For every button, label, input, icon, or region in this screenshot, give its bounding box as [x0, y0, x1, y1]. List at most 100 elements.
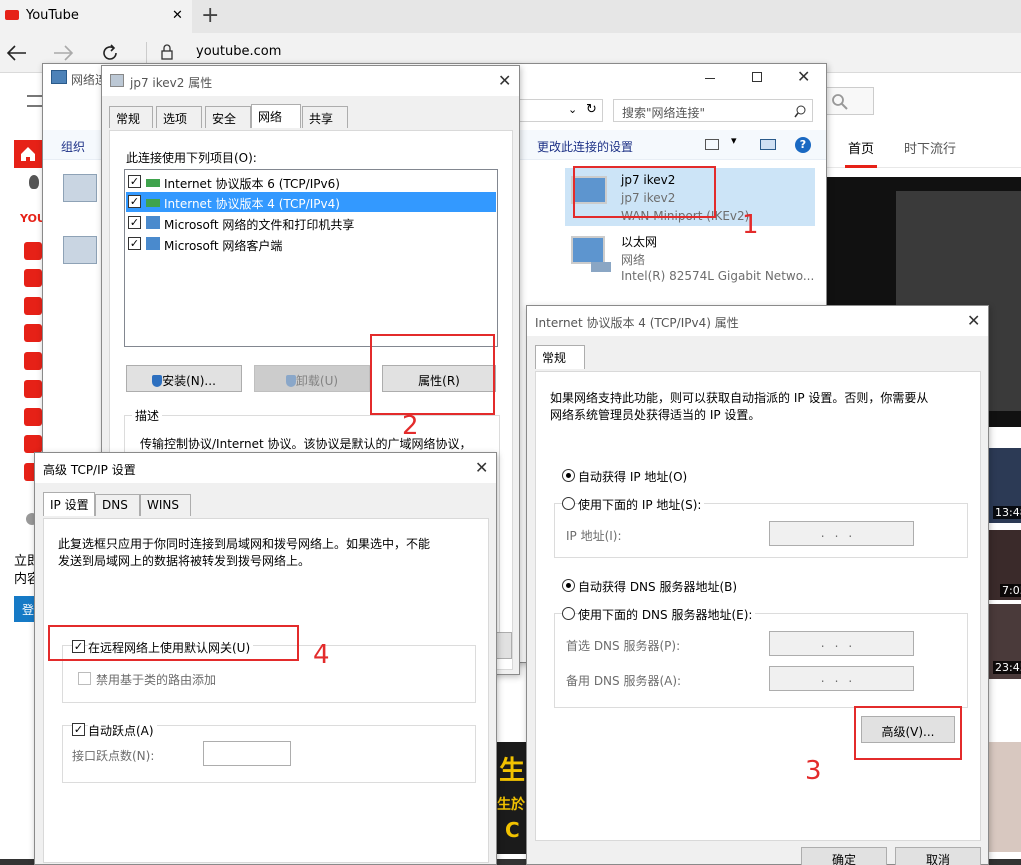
close-button[interactable]: ✕ [797, 67, 810, 86]
refresh-icon[interactable]: ↻ [586, 102, 597, 117]
banner-thumbnail[interactable]: 生 生於 C [497, 742, 527, 854]
protocol-icon [146, 179, 160, 187]
description-label: 描述 [132, 407, 163, 424]
tab-dns[interactable]: DNS [95, 494, 140, 516]
item-label: Microsoft 网络的文件和打印机共享 [164, 218, 355, 232]
item-label: Internet 协议版本 6 (TCP/IPv6) [164, 177, 340, 191]
connection-name: 以太网 [621, 235, 658, 249]
close-button[interactable]: ✕ [967, 311, 980, 330]
live-icon[interactable] [24, 408, 42, 426]
video-thumbnail-4[interactable] [988, 742, 1021, 852]
video-thumbnail-3[interactable]: 23:45 [988, 604, 1021, 679]
ok-button[interactable]: 确定 [801, 847, 887, 865]
manual-dns-radio[interactable] [562, 607, 575, 620]
tab-options[interactable]: 选项 [156, 106, 202, 128]
nav-home-tab[interactable]: 首页 [848, 138, 874, 157]
close-tab-icon[interactable]: ✕ [172, 8, 183, 23]
checkbox[interactable]: ✓ [128, 175, 141, 188]
search-icon [794, 105, 806, 118]
view-options-icon[interactable] [705, 139, 719, 150]
preferred-dns-field[interactable]: ... [769, 631, 914, 656]
tab-strip: 常规 选项 安全 网络 共享 [109, 104, 513, 130]
trophy-icon[interactable] [24, 269, 42, 287]
list-item-selected[interactable]: ✓ Internet 协议版本 4 (TCP/IPv4) [126, 192, 496, 212]
flame-icon[interactable] [29, 175, 39, 189]
network-adapter-icon[interactable] [63, 174, 97, 202]
auto-ip-radio[interactable] [562, 469, 575, 482]
item-label: Microsoft 网络客户端 [164, 239, 283, 253]
tv-icon[interactable] [24, 352, 42, 370]
vpn-icon [110, 74, 124, 87]
maximize-button[interactable] [752, 72, 762, 82]
tab-strip: IP 设置 DNS WINS [43, 492, 483, 518]
description-line-2: 发送到局域网上的数据将被转发到拨号网络上。 [58, 554, 311, 568]
close-button[interactable]: ✕ [498, 71, 511, 90]
preview-pane-icon[interactable] [760, 139, 776, 150]
list-item[interactable]: ✓ Microsoft 网络客户端 [126, 234, 496, 254]
tab-general[interactable]: 常规 [535, 345, 585, 369]
install-label: 安装(N)... [162, 374, 216, 388]
news-icon[interactable] [24, 380, 42, 398]
minimize-button[interactable] [705, 78, 715, 79]
shield-icon [152, 375, 163, 387]
auto-ip-label: 自动获得 IP 地址(O) [578, 470, 688, 484]
auto-metric-checkbox[interactable]: ✓ [72, 723, 85, 736]
sidebar-home-item[interactable] [14, 140, 42, 168]
tab-networking[interactable]: 网络 [251, 104, 301, 128]
network-search-box[interactable]: 搜索"网络连接" [613, 99, 813, 122]
checkbox[interactable]: ✓ [128, 216, 141, 229]
video-thumbnail-2[interactable]: 7:05 [988, 530, 1021, 600]
monitor-icon [571, 236, 605, 264]
help-icon[interactable]: ? [795, 137, 811, 153]
chevron-down-icon[interactable]: ⌄ [568, 103, 577, 116]
network-adapter-icon[interactable] [63, 236, 97, 264]
refresh-icon[interactable] [100, 43, 120, 63]
ip-address-field[interactable]: ... [769, 521, 914, 546]
alternate-dns-label: 备用 DNS 服务器(A): [566, 674, 682, 688]
cancel-button[interactable]: 取消 [895, 847, 981, 865]
url-text[interactable]: youtube.com [196, 44, 281, 59]
back-arrow-icon[interactable] [6, 44, 28, 62]
list-item[interactable]: ✓ Internet 协议版本 6 (TCP/IPv6) [126, 172, 496, 192]
new-tab-icon[interactable]: + [201, 3, 219, 28]
install-button[interactable]: 安装(N)... [126, 365, 242, 392]
intro-line-2: 网络系统管理员处获得适当的 IP 设置。 [550, 408, 761, 422]
video-thumbnail-1[interactable]: 13:48 [988, 448, 1021, 523]
film-icon[interactable] [24, 324, 42, 342]
hamburger-icon[interactable] [27, 95, 43, 107]
organize-menu[interactable]: 组织 [61, 138, 85, 155]
uninstall-button[interactable]: 卸载(U) [254, 365, 370, 392]
gamepad-icon[interactable] [24, 297, 42, 315]
disable-routing-label: 禁用基于类的路由添加 [96, 673, 217, 687]
manual-ip-radio[interactable] [562, 497, 575, 510]
list-item[interactable]: ✓ Microsoft 网络的文件和打印机共享 [126, 213, 496, 233]
nav-trending-tab[interactable]: 时下流行 [904, 138, 956, 157]
browser-tab[interactable]: YouTube ✕ [0, 0, 192, 33]
ip-address-label: IP 地址(I): [566, 529, 622, 543]
tab-general[interactable]: 常规 [109, 106, 153, 128]
play-icon[interactable] [24, 435, 42, 453]
connection-status: 网络 [621, 253, 646, 267]
tab-sharing[interactable]: 共享 [302, 106, 348, 128]
disable-routing-checkbox[interactable] [78, 672, 91, 685]
connection-item-ethernet[interactable]: 以太网 网络 Intel(R) 82574L Gigabit Netwo... [565, 230, 815, 288]
headphones-icon[interactable] [24, 242, 42, 260]
banner-char: C [505, 818, 520, 842]
checkbox[interactable]: ✓ [128, 237, 141, 250]
close-button[interactable]: ✕ [475, 458, 488, 477]
forward-arrow-icon[interactable] [52, 44, 74, 62]
tab-wins[interactable]: WINS [140, 494, 191, 516]
shield-icon [285, 375, 296, 387]
change-settings-link[interactable]: 更改此连接的设置 [537, 138, 633, 155]
alternate-dns-field[interactable]: ... [769, 666, 914, 691]
checkbox[interactable]: ✓ [128, 195, 141, 208]
chevron-down-icon[interactable]: ▾ [731, 134, 737, 147]
youtube-search-button[interactable] [826, 87, 874, 115]
interface-metric-field[interactable] [203, 741, 291, 766]
tab-ip-settings[interactable]: IP 设置 [43, 492, 95, 516]
duration-badge: 7:05 [1000, 584, 1021, 597]
ip-settings-panel: 此复选框只应用于你同时连接到局域网和拨号网络上。如果选中，不能 发送到局域网上的… [43, 518, 489, 863]
annotation-box-4 [48, 625, 299, 661]
tab-security[interactable]: 安全 [205, 106, 251, 128]
auto-dns-radio[interactable] [562, 579, 575, 592]
